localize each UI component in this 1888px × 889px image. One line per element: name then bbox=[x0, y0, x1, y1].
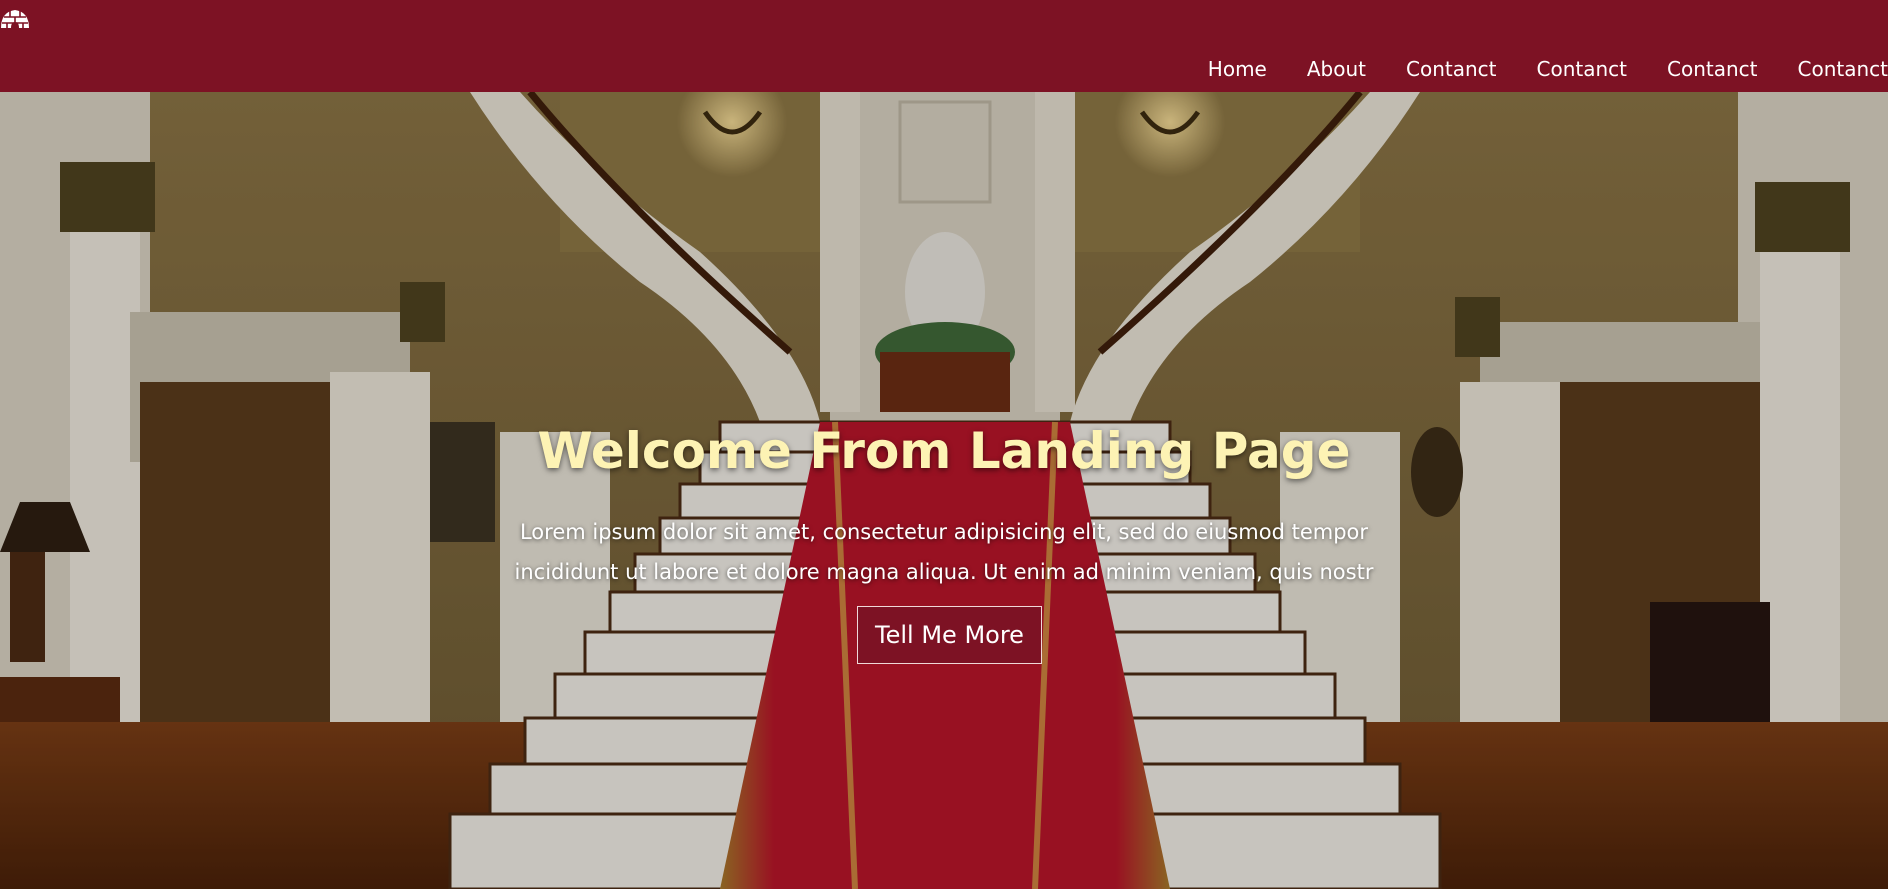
hero-title: Welcome From Landing Page bbox=[537, 422, 1351, 480]
tell-me-more-button[interactable]: Tell Me More bbox=[857, 606, 1042, 664]
hero-description-line-2: incididunt ut labore et dolore magna ali… bbox=[514, 560, 1374, 584]
igloo-icon[interactable] bbox=[0, 4, 30, 34]
hero-description-line-1: Lorem ipsum dolor sit amet, consectetur … bbox=[519, 520, 1369, 544]
hero-section: Welcome From Landing Page Lorem ipsum do… bbox=[0, 92, 1888, 889]
nav-menu: Home About Contanct Contanct Contanct Co… bbox=[1168, 54, 1888, 84]
nav-link-contact-2[interactable]: Contanct bbox=[1537, 57, 1628, 81]
hero-content: Welcome From Landing Page Lorem ipsum do… bbox=[0, 92, 1888, 889]
nav-link-contact-4[interactable]: Contanct bbox=[1798, 57, 1888, 81]
nav-link-contact-3[interactable]: Contanct bbox=[1667, 57, 1758, 81]
nav-link-home[interactable]: Home bbox=[1208, 57, 1267, 81]
hero-description: Lorem ipsum dolor sit amet, consectetur … bbox=[0, 512, 1888, 592]
nav-link-about[interactable]: About bbox=[1307, 57, 1366, 81]
nav-link-contact-1[interactable]: Contanct bbox=[1406, 57, 1497, 81]
navbar: Home About Contanct Contanct Contanct Co… bbox=[0, 0, 1888, 92]
